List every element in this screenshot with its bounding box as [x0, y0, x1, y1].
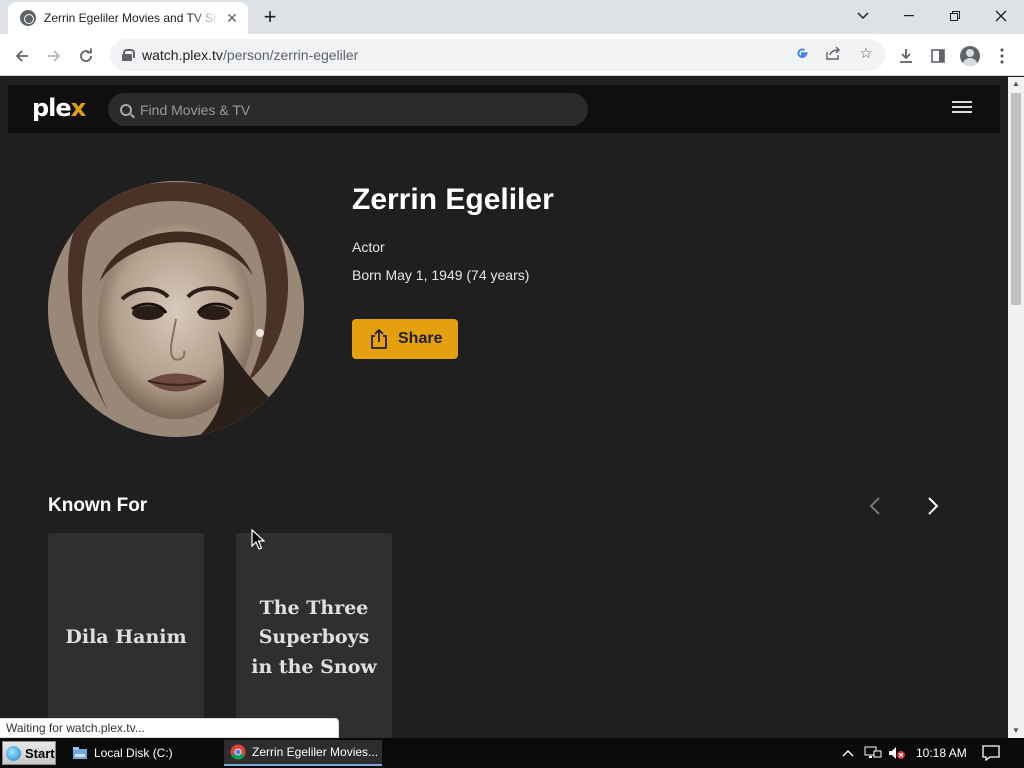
browser-toolbar: watch.plex.tv/person/zerrin-egeliler ☆ [0, 34, 1024, 76]
tray-expand-icon[interactable] [842, 738, 854, 768]
known-for-heading: Known For [48, 495, 148, 516]
lock-icon[interactable] [122, 49, 135, 61]
mouse-cursor-icon [251, 529, 265, 550]
reload-icon[interactable] [72, 42, 100, 70]
page-scrollbar[interactable]: ▲ ▼ [1008, 77, 1024, 738]
card-title: Dila Hanim [65, 626, 187, 649]
tab-title: Zerrin Egeliler Movies and TV Shows [44, 11, 218, 25]
plex-top-nav: plex [8, 85, 1000, 133]
browser-tab[interactable]: Zerrin Egeliler Movies and TV Shows ✕ [8, 2, 248, 34]
share-icon [371, 329, 387, 349]
page-viewport: plex Find Movies & TV Zerrin Egeliler Ac… [0, 77, 1008, 738]
start-button[interactable]: Start [2, 741, 56, 765]
address-bar[interactable]: watch.plex.tv/person/zerrin-egeliler [110, 39, 885, 71]
hamburger-icon[interactable] [952, 101, 972, 117]
search-input[interactable] [140, 101, 560, 118]
profile-icon[interactable] [959, 45, 981, 67]
plus-icon[interactable]: + [258, 6, 282, 30]
notifications-icon[interactable] [982, 738, 1000, 768]
person-photo [48, 181, 304, 437]
close-icon[interactable]: ✕ [224, 10, 240, 26]
known-for-card[interactable]: Dila Hanim [48, 533, 204, 738]
plex-logo[interactable]: plex [32, 94, 86, 122]
scroll-down-arrow[interactable]: ▼ [1008, 724, 1024, 738]
restore-button[interactable] [932, 0, 978, 32]
google-icon[interactable] [792, 43, 812, 63]
person-birth-date: Born May 1, 1949 (74 years) [352, 267, 530, 283]
chrome-icon [230, 744, 246, 760]
card-title: The Three Superboys in the Snow [251, 596, 377, 678]
search-icon [120, 103, 132, 116]
known-for-card[interactable]: The Three Superboys in the Snow [236, 533, 392, 738]
search-box[interactable] [108, 93, 588, 126]
browser-tab-strip: Zerrin Egeliler Movies and TV Shows ✕ + [0, 0, 1024, 34]
download-icon[interactable] [895, 45, 917, 67]
network-icon[interactable] [864, 738, 882, 768]
volume-muted-icon[interactable] [888, 738, 906, 768]
url-text[interactable]: watch.plex.tv/person/zerrin-egeliler [142, 47, 358, 63]
kebab-menu-icon[interactable] [991, 45, 1013, 67]
share-button[interactable]: Share [352, 319, 458, 359]
sidepanel-icon[interactable] [927, 45, 949, 67]
back-icon[interactable] [8, 42, 36, 70]
person-name: Zerrin Egeliler [352, 183, 554, 216]
tab-search-button[interactable] [840, 0, 886, 32]
windows-icon [6, 745, 21, 761]
taskbar-item-chrome[interactable]: Zerrin Egeliler Movies... [224, 740, 382, 766]
forward-icon[interactable] [40, 42, 68, 70]
share-label: Share [398, 330, 443, 347]
close-window-button[interactable] [978, 0, 1024, 32]
share-page-icon[interactable] [824, 43, 844, 63]
scrollbar-thumb[interactable] [1011, 93, 1021, 305]
chevron-left-icon[interactable] [866, 495, 886, 517]
star-icon[interactable]: ☆ [856, 43, 876, 63]
windows-taskbar: Start Local Disk (C:) Zerrin Egeliler Mo… [0, 738, 1024, 768]
globe-icon [20, 10, 36, 26]
taskbar-item-explorer[interactable]: Local Disk (C:) [66, 740, 218, 766]
clock[interactable]: 10:18 AM [916, 738, 967, 768]
scroll-up-arrow[interactable]: ▲ [1008, 77, 1024, 91]
chevron-right-icon[interactable] [922, 495, 942, 517]
browser-status-bar: Waiting for watch.plex.tv... [0, 718, 339, 738]
person-role: Actor [352, 239, 385, 255]
minimize-button[interactable] [886, 0, 932, 32]
folder-icon [73, 747, 87, 759]
